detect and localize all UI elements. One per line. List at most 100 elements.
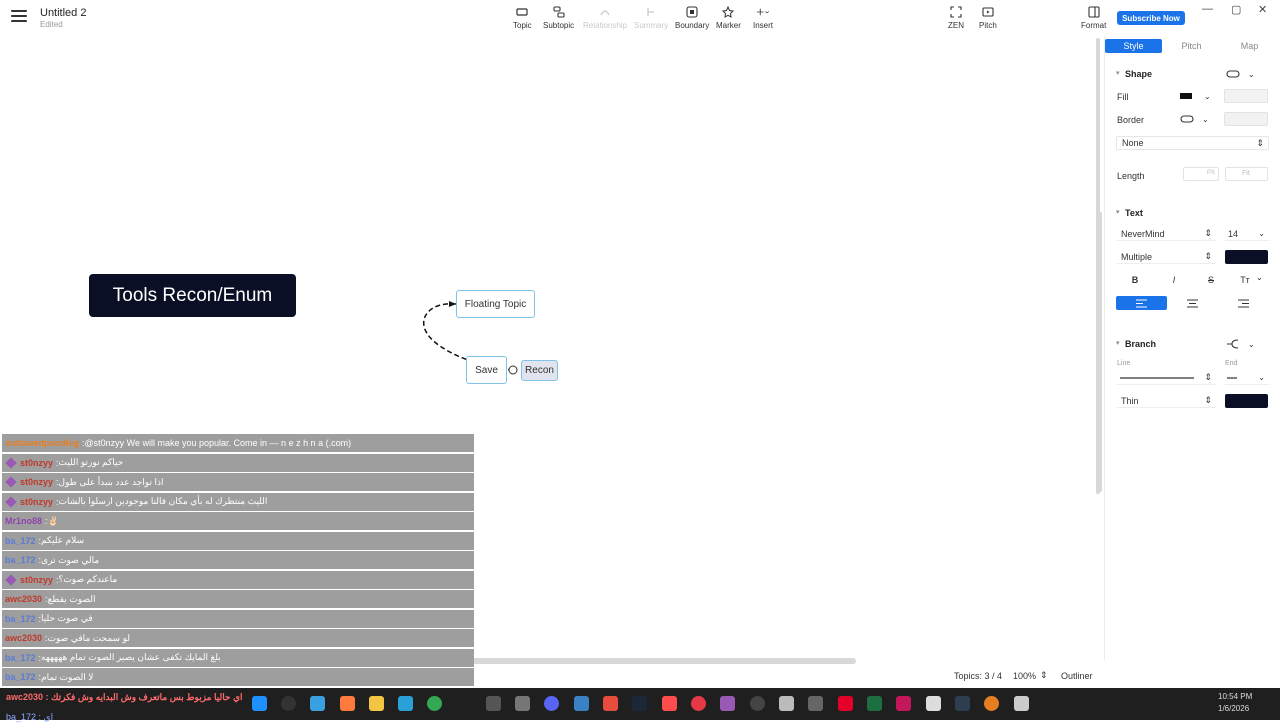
chat-username[interactable]: ba_172	[5, 555, 36, 565]
chat-username[interactable]: st0nzyy	[20, 497, 53, 507]
app-icon[interactable]	[838, 696, 853, 711]
app-icon[interactable]	[662, 696, 677, 711]
edge-icon[interactable]	[398, 696, 413, 711]
branch-style-select[interactable]: ⌄	[1226, 337, 1262, 351]
chat-username[interactable]: st0nzyy	[20, 477, 53, 487]
format-panel-button[interactable]: Format	[1081, 5, 1106, 30]
zoom-stepper-icon[interactable]: ⇕	[1040, 670, 1048, 681]
tab-style[interactable]: Style	[1105, 39, 1162, 53]
border-width-field[interactable]	[1224, 112, 1268, 126]
app-icon[interactable]	[1014, 696, 1029, 711]
length-input[interactable]: PX	[1183, 167, 1219, 181]
subtopic-tool-button[interactable]: Subtopic	[543, 5, 574, 30]
search-icon[interactable]	[281, 696, 296, 711]
app-icon[interactable]	[720, 696, 735, 711]
text-case-button[interactable]: Tт	[1238, 273, 1252, 287]
border-pattern-select[interactable]: None ⇕	[1116, 136, 1269, 150]
chat-username[interactable]: st0nzyy	[20, 458, 53, 468]
hamburger-menu-icon[interactable]	[11, 10, 27, 24]
document-title[interactable]: Untitled 2	[40, 7, 86, 19]
summary-tool-button[interactable]: Summary	[634, 5, 668, 30]
browser-icon[interactable]	[340, 696, 355, 711]
chrome-icon[interactable]	[427, 696, 442, 711]
chat-username[interactable]: outlawedpoodleg	[5, 438, 79, 448]
chat-username[interactable]: ba_172	[5, 536, 36, 546]
maximize-icon[interactable]: ▢	[1231, 3, 1241, 16]
relationship-tool-button[interactable]: Relationship	[583, 5, 627, 30]
chat-username[interactable]: Mr1no88	[5, 516, 42, 526]
windows-start-icon[interactable]	[252, 696, 267, 711]
fill-opacity-field[interactable]	[1224, 89, 1268, 103]
chat-username[interactable]: ba_172	[5, 614, 36, 624]
shape-select[interactable]: ⌄	[1226, 67, 1262, 81]
insert-tool-button[interactable]: Insert	[753, 5, 773, 30]
file-explorer-icon[interactable]	[369, 696, 384, 711]
chevron-down-icon[interactable]: ⌄	[1256, 273, 1263, 282]
zoom-level[interactable]: 100%	[1013, 671, 1036, 681]
discord-icon[interactable]	[544, 696, 559, 711]
app-icon[interactable]	[691, 696, 706, 711]
border-style-select[interactable]: ⌄	[1180, 112, 1220, 126]
tab-pitch[interactable]: Pitch	[1163, 39, 1220, 53]
chat-message: ba_172 : بلغ المايك تكفى عشان يصير الصوت…	[2, 648, 474, 667]
strikethrough-button[interactable]: S	[1205, 273, 1217, 287]
outliner-button[interactable]: Outliner	[1061, 671, 1093, 681]
chat-username[interactable]: awc2030	[5, 594, 42, 604]
topic-tool-button[interactable]: Topic	[513, 5, 532, 30]
app-icon[interactable]	[603, 696, 618, 711]
taskbar-clock[interactable]: 10:54 PM	[1218, 692, 1252, 701]
terminal-icon[interactable]	[486, 696, 501, 711]
app-icon[interactable]	[896, 696, 911, 711]
chat-username[interactable]: ba_172	[5, 672, 36, 682]
fill-label: Fill	[1117, 92, 1129, 102]
collapse-icon[interactable]: ▾	[1116, 208, 1120, 216]
boundary-tool-button[interactable]: Boundary	[675, 5, 709, 30]
taskbar-date[interactable]: 1/6/2026	[1218, 704, 1249, 713]
pitch-mode-button[interactable]: Pitch	[979, 5, 997, 30]
font-family-select[interactable]: NeverMind ⇕	[1116, 227, 1216, 241]
align-right-button[interactable]	[1218, 296, 1269, 310]
app-icon[interactable]	[808, 696, 823, 711]
collapse-icon[interactable]: ▾	[1116, 69, 1120, 77]
panel-scrollbar[interactable]	[1098, 212, 1102, 492]
font-weight-select[interactable]: Multiple ⇕	[1116, 250, 1216, 264]
text-color-swatch[interactable]	[1225, 250, 1268, 264]
marker-tool-button[interactable]: Marker	[716, 5, 741, 30]
excel-icon[interactable]	[867, 696, 882, 711]
app-icon[interactable]	[779, 696, 794, 711]
italic-button[interactable]: I	[1168, 273, 1180, 287]
app-icon[interactable]	[955, 696, 970, 711]
font-size-select[interactable]: 14 ⌄	[1225, 227, 1269, 241]
close-icon[interactable]: ✕	[1258, 3, 1267, 16]
chat-username[interactable]: awc2030	[5, 633, 42, 643]
copilot-icon[interactable]	[310, 696, 325, 711]
branch-color-swatch[interactable]	[1225, 394, 1268, 408]
panel-tabs: Style Pitch Map	[1105, 39, 1277, 53]
notion-icon[interactable]	[926, 696, 941, 711]
minimize-icon[interactable]: —	[1202, 3, 1213, 15]
branch-thickness-select[interactable]: Thin ⇕	[1116, 394, 1216, 408]
zen-mode-button[interactable]: ZEN	[948, 5, 964, 30]
gamepad-icon[interactable]	[515, 696, 530, 711]
line-style-select[interactable]: ⇕	[1116, 371, 1216, 385]
collapse-icon[interactable]: ▾	[1116, 339, 1120, 347]
app-icon[interactable]	[574, 696, 589, 711]
app-icon[interactable]	[984, 696, 999, 711]
horizontal-scrollbar[interactable]	[418, 658, 856, 664]
subscribe-button[interactable]: Subscribe Now	[1117, 11, 1185, 25]
main-topic[interactable]: Tools Recon/Enum	[89, 274, 296, 317]
obs-icon[interactable]	[750, 696, 765, 711]
floating-topic[interactable]: Floating Topic	[456, 290, 535, 318]
save-topic[interactable]: Save	[466, 356, 507, 384]
align-left-button[interactable]	[1116, 296, 1167, 310]
tab-map[interactable]: Map	[1221, 39, 1278, 53]
end-style-select[interactable]: ⌄	[1225, 371, 1269, 385]
fit-button[interactable]: Fit	[1225, 167, 1268, 181]
recon-topic[interactable]: Recon	[521, 360, 558, 381]
fill-color-select[interactable]: ⌄	[1180, 89, 1220, 103]
chat-username[interactable]: st0nzyy	[20, 575, 53, 585]
steam-icon[interactable]	[632, 696, 647, 711]
bold-button[interactable]: B	[1129, 273, 1141, 287]
chat-username[interactable]: ba_172	[5, 653, 36, 663]
align-center-button[interactable]	[1167, 296, 1218, 310]
